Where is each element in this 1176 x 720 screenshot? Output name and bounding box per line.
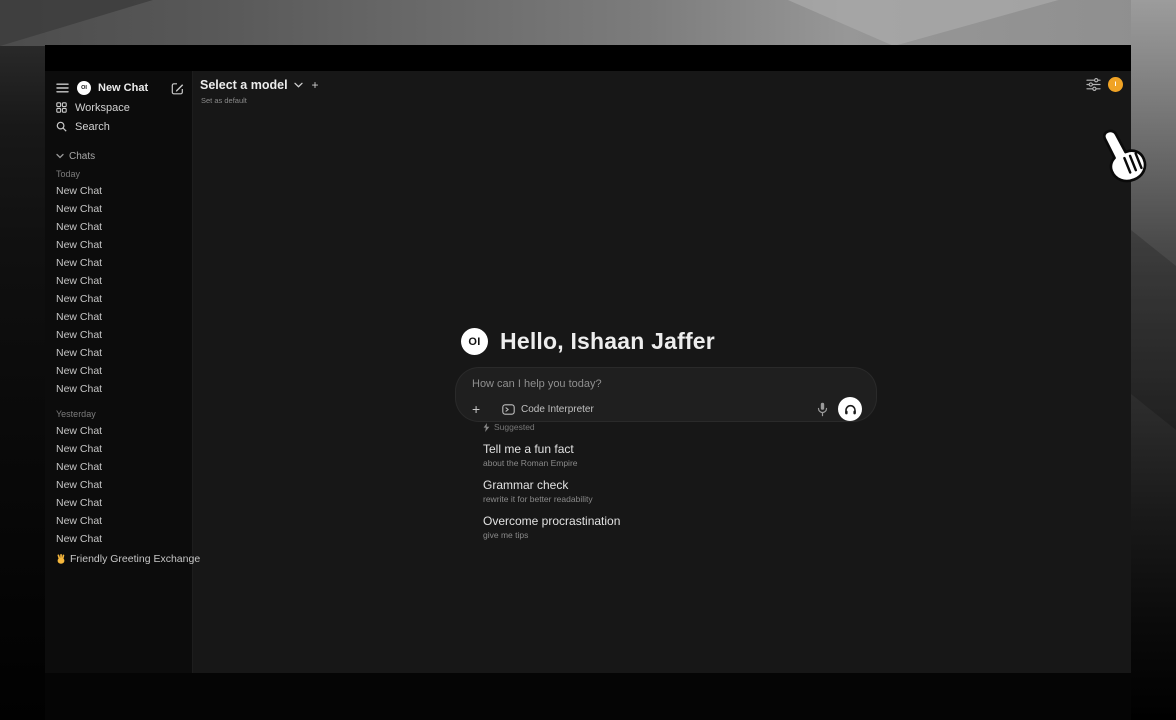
headphones-icon (844, 404, 857, 415)
chat-list-today: New ChatNew ChatNew ChatNew ChatNew Chat… (56, 182, 184, 398)
chevron-down-icon (56, 153, 64, 159)
attach-plus-button[interactable]: + (472, 401, 486, 417)
chat-list-item[interactable]: New Chat (56, 458, 184, 476)
set-as-default-link[interactable]: Set as default (201, 96, 247, 105)
sidebar-item-search[interactable]: Search (56, 117, 184, 136)
voice-mode-button[interactable] (838, 397, 862, 421)
window-top-bar (45, 45, 1131, 71)
wallpaper-left-strip (0, 46, 45, 720)
code-interpreter-label: Code Interpreter (521, 404, 594, 415)
chat-list-item[interactable]: New Chat (56, 380, 184, 398)
chat-list-item[interactable]: New Chat (56, 440, 184, 458)
sidebar-item-label: Workspace (75, 102, 130, 114)
code-interpreter-toggle[interactable]: Code Interpreter (502, 404, 594, 415)
chat-group-label-yesterday: Yesterday (56, 406, 184, 422)
chat-list-item[interactable]: New Chat (56, 530, 184, 548)
chat-title: Friendly Greeting Exchange (70, 553, 200, 565)
suggested-prompt-title: Overcome procrastination (483, 514, 620, 528)
microphone-icon[interactable] (817, 402, 828, 417)
code-interpreter-icon (502, 404, 515, 415)
model-selector[interactable]: Select a model + (200, 78, 319, 92)
chevron-down-icon (294, 82, 303, 88)
suggested-prompt-subtitle: give me tips (483, 530, 620, 540)
workspace-grid-icon (56, 102, 67, 113)
suggested-prompts: Suggested Tell me a fun fact about the R… (483, 422, 620, 540)
chat-list-item[interactable]: New Chat (56, 200, 184, 218)
chat-list-item-friendly-greeting[interactable]: Friendly Greeting Exchange (56, 550, 184, 568)
chat-group-label-today: Today (56, 166, 184, 182)
app-window: OI New Chat Workspace Search (45, 45, 1131, 673)
suggested-prompt-title: Tell me a fun fact (483, 442, 620, 456)
bolt-icon (483, 423, 490, 432)
screen: OI New Chat Workspace Search (0, 0, 1176, 720)
chat-list-item[interactable]: New Chat (56, 290, 184, 308)
suggested-prompt-subtitle: about the Roman Empire (483, 458, 620, 468)
chat-list-item[interactable]: New Chat (56, 512, 184, 530)
new-chat-icon[interactable] (171, 82, 184, 95)
chat-list-item[interactable]: New Chat (56, 218, 184, 236)
chat-list-item[interactable]: New Chat (56, 254, 184, 272)
user-avatar[interactable]: I (1108, 77, 1123, 92)
suggested-header: Suggested (483, 422, 620, 432)
sidebar-header: OI New Chat (56, 78, 184, 98)
chat-list-item[interactable]: New Chat (56, 476, 184, 494)
sidebar-item-label: Search (75, 121, 110, 133)
sidebar: OI New Chat Workspace Search (45, 71, 193, 673)
chat-list-item[interactable]: New Chat (56, 236, 184, 254)
sidebar-title: New Chat (98, 82, 171, 94)
sidebar-item-workspace[interactable]: Workspace (56, 98, 184, 117)
suggested-prompt[interactable]: Grammar check rewrite it for better read… (483, 478, 620, 504)
suggested-list: Tell me a fun fact about the Roman Empir… (483, 442, 620, 540)
suggested-prompt-subtitle: rewrite it for better readability (483, 494, 620, 504)
chat-list-item[interactable]: New Chat (56, 182, 184, 200)
suggested-label: Suggested (494, 422, 535, 432)
chat-list-item[interactable]: New Chat (56, 272, 184, 290)
model-selector-label: Select a model (200, 78, 288, 92)
wallpaper-bottom-strip (45, 673, 1131, 720)
greeting-text: Hello, Ishaan Jaffer (500, 328, 715, 355)
chat-list-item[interactable]: New Chat (56, 494, 184, 512)
message-input[interactable]: How can I help you today? (472, 378, 862, 390)
add-model-button[interactable]: + (312, 78, 319, 92)
sidebar-toggle-icon[interactable] (56, 83, 69, 93)
wave-hand-icon (56, 554, 66, 564)
suggested-prompt[interactable]: Overcome procrastination give me tips (483, 514, 620, 540)
chat-list-item[interactable]: New Chat (56, 422, 184, 440)
greeting: OI Hello, Ishaan Jaffer (45, 328, 1131, 355)
chat-list-yesterday: New ChatNew ChatNew ChatNew ChatNew Chat… (56, 422, 184, 548)
app-logo-icon: OI (461, 328, 488, 355)
app-logo-icon: OI (77, 81, 91, 95)
suggested-prompt-title: Grammar check (483, 478, 620, 492)
chats-header-label: Chats (69, 151, 95, 162)
chat-list-item[interactable]: New Chat (56, 362, 184, 380)
chat-list-item[interactable]: New Chat (56, 308, 184, 326)
suggested-prompt[interactable]: Tell me a fun fact about the Roman Empir… (483, 442, 620, 468)
chats-section-toggle[interactable]: Chats (56, 148, 184, 164)
message-composer[interactable]: How can I help you today? + Code Interpr… (455, 367, 877, 422)
header-controls: I (1086, 77, 1123, 92)
search-icon (56, 121, 67, 132)
controls-sliders-icon[interactable] (1086, 78, 1101, 91)
